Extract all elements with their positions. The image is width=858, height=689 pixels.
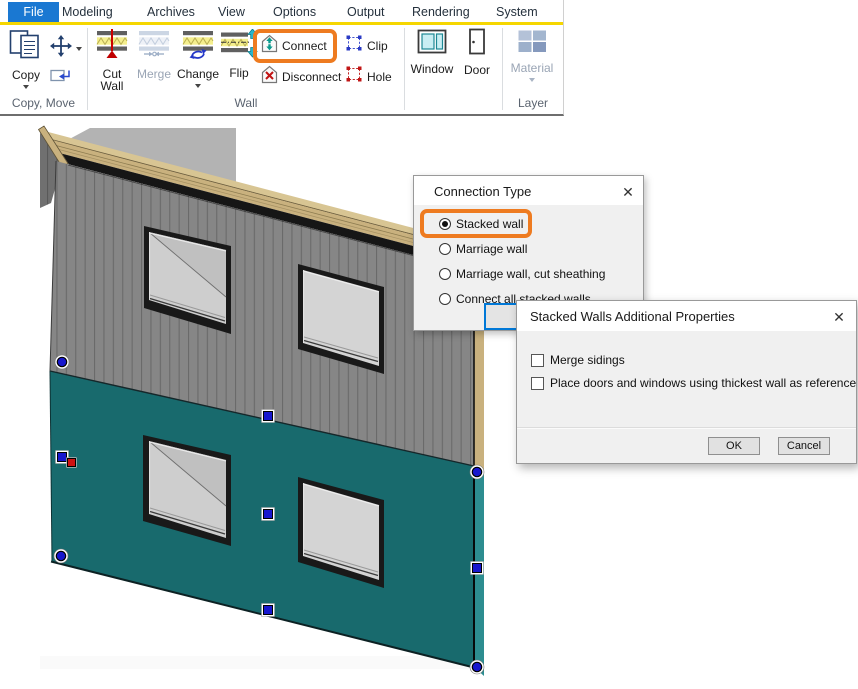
handle-circle (470, 465, 484, 479)
tab-system[interactable]: System (496, 3, 538, 22)
handle-circle (55, 355, 69, 369)
ribbon-tab-bar: File Modeling Archives View Options Outp… (0, 0, 563, 25)
handle-square (471, 562, 484, 575)
radio-selected-icon[interactable] (439, 218, 451, 230)
checkbox-label: Merge sidings (550, 353, 625, 367)
hole-label: Hole (367, 70, 392, 84)
flip-label: Flip (229, 68, 248, 80)
tab-output[interactable]: Output (347, 3, 385, 22)
checkbox-icon[interactable] (531, 377, 544, 390)
clip-icon (345, 34, 363, 57)
checkbox-icon[interactable] (531, 354, 544, 367)
handle-circle (54, 549, 68, 563)
cut-wall-icon (96, 29, 128, 64)
tab-file[interactable]: File (8, 2, 59, 22)
tab-underline (0, 22, 563, 25)
ok-button[interactable]: OK (708, 437, 760, 455)
tab-rendering[interactable]: Rendering (412, 3, 470, 22)
cut-wall-label: Cut Wall (97, 69, 127, 92)
merge-icon (138, 29, 170, 64)
radio-label: Marriage wall (456, 242, 527, 256)
cut-wall-button[interactable]: Cut Wall (92, 29, 132, 92)
window-label: Window (411, 64, 454, 76)
checkbox-label: Place doors and windows using thickest w… (550, 376, 856, 390)
radio-option-marriage-wall-cut-sheathing[interactable]: Marriage wall, cut sheathing (439, 266, 605, 281)
radio-option-stacked-wall[interactable]: Stacked wall (439, 216, 523, 231)
group-label-wall: Wall (88, 96, 404, 110)
clip-button[interactable]: Clip (345, 34, 388, 57)
material-icon (517, 30, 547, 58)
change-button[interactable]: Change (176, 29, 220, 88)
radio-icon[interactable] (439, 293, 451, 305)
dialog-title: Connection Type (434, 184, 531, 199)
door-label: Door (464, 65, 490, 77)
connect-label: Connect (282, 39, 327, 53)
tab-view[interactable]: View (218, 3, 245, 22)
checkbox-merge-sidings[interactable]: Merge sidings (531, 353, 625, 367)
door-button[interactable]: Door (458, 28, 496, 77)
material-dropdown-icon (529, 78, 535, 82)
tab-modeling[interactable]: Modeling (62, 3, 113, 22)
connect-button[interactable]: Connect (261, 34, 327, 58)
radio-label: Marriage wall, cut sheathing (456, 267, 605, 281)
move-icon (50, 35, 72, 62)
dialog-separator (517, 427, 856, 429)
close-icon[interactable]: ✕ (830, 309, 848, 326)
window-icon (417, 29, 447, 59)
copy-button[interactable]: Copy (4, 29, 48, 89)
tab-options[interactable]: Options (273, 3, 316, 22)
dialog-title: Stacked Walls Additional Properties (530, 309, 735, 324)
stacked-walls-properties-dialog: Stacked Walls Additional Properties ✕ Me… (516, 300, 857, 464)
copy-dropdown-icon[interactable] (23, 85, 29, 89)
material-label: Material (511, 63, 554, 75)
group-separator (404, 28, 405, 110)
change-icon (182, 29, 214, 64)
disconnect-button[interactable]: Disconnect (261, 65, 341, 89)
hole-icon (345, 65, 363, 88)
handle-circle (470, 660, 484, 674)
handle-square (262, 410, 275, 423)
group-label-copy-move: Copy, Move (0, 96, 87, 110)
tab-archives[interactable]: Archives (147, 3, 195, 22)
radio-option-marriage-wall[interactable]: Marriage wall (439, 241, 527, 256)
ribbon: File Modeling Archives View Options Outp… (0, 0, 564, 116)
checkbox-place-doors-windows[interactable]: Place doors and windows using thickest w… (531, 376, 856, 390)
copy-to-drawing-icon (50, 68, 72, 88)
merge-label: Merge (137, 69, 171, 81)
handle-square (262, 604, 275, 617)
hole-button[interactable]: Hole (345, 65, 392, 88)
flip-button[interactable]: Flip (220, 29, 258, 80)
radio-icon[interactable] (439, 243, 451, 255)
radio-icon[interactable] (439, 268, 451, 280)
change-label: Change (177, 69, 219, 81)
ground-shadow (40, 656, 470, 669)
app-window: File Modeling Archives View Options Outp… (0, 0, 858, 689)
group-label-layer: Layer (503, 96, 563, 110)
connect-icon (261, 34, 278, 58)
flip-icon (221, 29, 258, 63)
move-dropdown-icon[interactable] (76, 47, 82, 51)
copy-to-drawing-button[interactable] (50, 68, 72, 88)
merge-button-disabled: Merge (134, 29, 174, 81)
dialog-titlebar[interactable]: Connection Type ✕ (414, 176, 643, 205)
radio-label: Stacked wall (456, 217, 523, 231)
disconnect-label: Disconnect (282, 70, 341, 84)
cancel-button[interactable]: Cancel (778, 437, 830, 455)
disconnect-icon (261, 65, 278, 89)
dialog-titlebar[interactable]: Stacked Walls Additional Properties ✕ (517, 301, 856, 331)
clip-label: Clip (367, 39, 388, 53)
door-icon (468, 28, 486, 60)
material-button-disabled: Material (508, 30, 556, 82)
window-button[interactable]: Window (408, 29, 456, 76)
close-icon[interactable]: ✕ (619, 184, 637, 201)
handle-red-square (67, 458, 77, 468)
move-button[interactable] (50, 35, 82, 62)
handle-square (262, 508, 275, 521)
copy-icon (8, 29, 44, 65)
change-dropdown-icon[interactable] (195, 84, 201, 88)
copy-label: Copy (12, 70, 40, 82)
